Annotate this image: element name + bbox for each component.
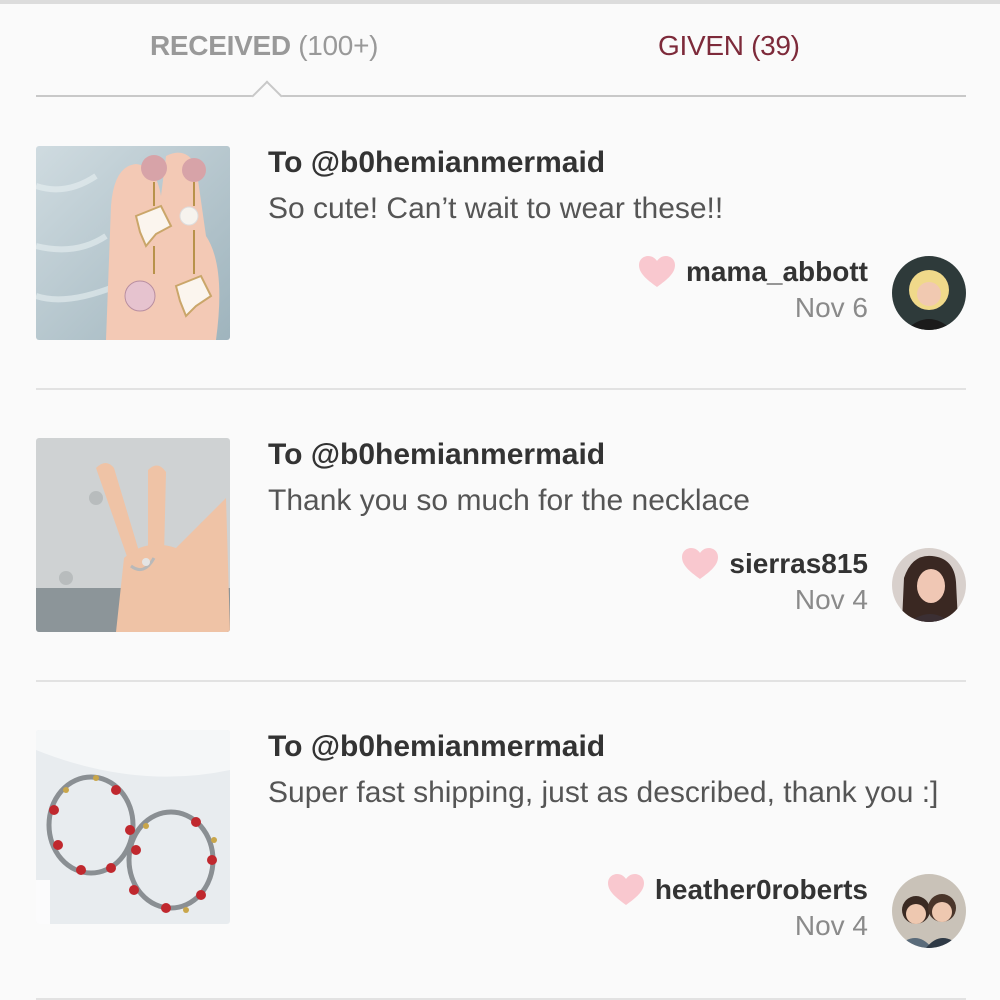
avatar-photo: [892, 548, 966, 622]
earrings-photo: [36, 146, 230, 340]
tab-received[interactable]: RECEIVED (100+): [150, 30, 378, 62]
review-date: Nov 6: [794, 292, 868, 323]
tabs-underline: [36, 95, 966, 97]
heart-icon: [682, 548, 719, 579]
recipient-handle[interactable]: To @b0hemianmermaid: [268, 438, 605, 472]
recipient-handle[interactable]: To @b0hemianmermaid: [268, 146, 605, 180]
sender-row: sierras815: [681, 546, 868, 582]
product-thumbnail[interactable]: [36, 146, 230, 340]
product-thumbnail[interactable]: [36, 730, 230, 924]
tab-received-label: RECEIVED: [150, 30, 291, 61]
avatar-photo: [892, 874, 966, 948]
sender-avatar[interactable]: [892, 256, 966, 330]
review-date: Nov 4: [794, 910, 868, 941]
sender-username[interactable]: heather0roberts: [655, 874, 868, 906]
sender-row: heather0roberts: [607, 872, 868, 908]
sender-row: mama_abbott: [638, 254, 868, 290]
heart-icon: [638, 256, 675, 287]
review-card[interactable]: To @b0hemianmermaid Super fast shipping,…: [36, 682, 966, 1000]
review-card[interactable]: To @b0hemianmermaid Thank you so much fo…: [36, 390, 966, 682]
product-thumbnail[interactable]: [36, 438, 230, 632]
review-tabs: RECEIVED (100+) GIVEN (39): [36, 0, 966, 112]
sender-avatar[interactable]: [892, 874, 966, 948]
heart-icon: [607, 874, 644, 905]
review-message: Thank you so much for the necklace: [268, 484, 750, 517]
tab-received-count: (100+): [298, 30, 379, 61]
hoop-earrings-photo: [36, 730, 230, 924]
sender-username[interactable]: sierras815: [729, 548, 868, 580]
ring-photo: [36, 438, 230, 632]
avatar-photo: [892, 256, 966, 330]
review-date: Nov 4: [794, 584, 868, 615]
review-message: So cute! Can’t wait to wear these!!: [268, 192, 724, 225]
recipient-handle[interactable]: To @b0hemianmermaid: [268, 730, 605, 764]
tab-given[interactable]: GIVEN (39): [658, 30, 800, 62]
sender-username[interactable]: mama_abbott: [686, 256, 868, 288]
review-message: Super fast shipping, just as described, …: [268, 776, 939, 809]
review-card[interactable]: To @b0hemianmermaid So cute! Can’t wait …: [36, 98, 966, 390]
sender-avatar[interactable]: [892, 548, 966, 622]
